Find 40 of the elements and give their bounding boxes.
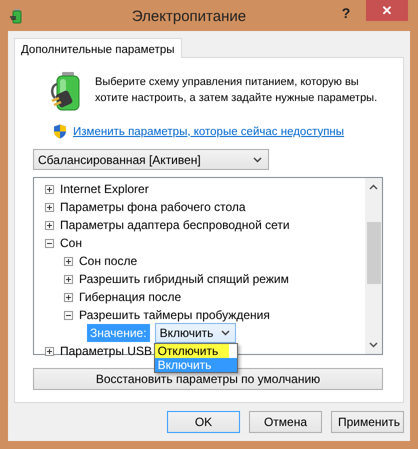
tree-item[interactable]: Гибернация после — [79, 290, 182, 304]
admin-link[interactable]: Изменить параметры, которые сейчас недоступны — [73, 126, 344, 138]
dropdown-option[interactable]: Отключить — [154, 344, 229, 358]
battery-plug-icon — [10, 8, 24, 24]
expand-icon[interactable] — [64, 274, 73, 284]
expand-icon[interactable] — [64, 256, 73, 266]
shield-icon — [53, 124, 67, 139]
collapse-icon[interactable] — [45, 238, 54, 248]
expand-icon[interactable] — [45, 220, 54, 230]
dialog-button[interactable]: Применить — [331, 411, 404, 433]
scroll-down-icon[interactable] — [369, 342, 378, 348]
tree-item[interactable]: Параметры USB — [60, 344, 152, 358]
scroll-thumb[interactable] — [366, 222, 380, 284]
restore-defaults-button[interactable]: Восстановить параметры по умолчанию — [33, 368, 383, 390]
tree-item[interactable]: Параметры фона рабочего стола — [60, 200, 246, 214]
tree-item[interactable]: Сон после — [79, 254, 138, 268]
tree-item[interactable]: Internet Explorer — [60, 182, 149, 196]
dialog-button[interactable]: OK — [167, 411, 240, 433]
expand-icon[interactable] — [45, 202, 54, 212]
expand-icon[interactable] — [45, 184, 54, 194]
scroll-up-icon[interactable] — [369, 184, 378, 190]
setting-label: Значение: — [87, 324, 150, 342]
collapse-icon[interactable] — [64, 310, 73, 320]
close-button[interactable]: ✕ — [366, 0, 408, 21]
dropdown-caret-icon — [220, 330, 230, 336]
window-title: Электропитание — [130, 8, 248, 25]
tab[interactable]: Дополнительные параметры — [14, 38, 182, 58]
tree-item[interactable]: Сон — [60, 236, 82, 250]
description-text: Выберите схему управления питанием, которую вы хотите настроить, а затем задайте нужные параметры. — [95, 75, 378, 106]
help-button[interactable]: ? — [334, 5, 358, 21]
plan-dropdown[interactable]: Сбалансированная [Активен] — [33, 149, 269, 170]
expand-icon[interactable] — [64, 292, 73, 302]
dropdown-caret-icon — [253, 156, 262, 162]
expand-icon[interactable] — [45, 346, 54, 356]
scrollbar[interactable] — [365, 178, 382, 354]
tree-item[interactable]: Разрешить таймеры пробуждения — [79, 308, 270, 322]
tree-item[interactable]: Разрешить гибридный спящий режим — [79, 272, 289, 286]
value-dropdown[interactable]: Включить — [154, 323, 236, 343]
tree-item[interactable]: Параметры адаптера беспроводной сети — [60, 218, 290, 232]
dialog-button[interactable]: Отмена — [249, 411, 322, 433]
